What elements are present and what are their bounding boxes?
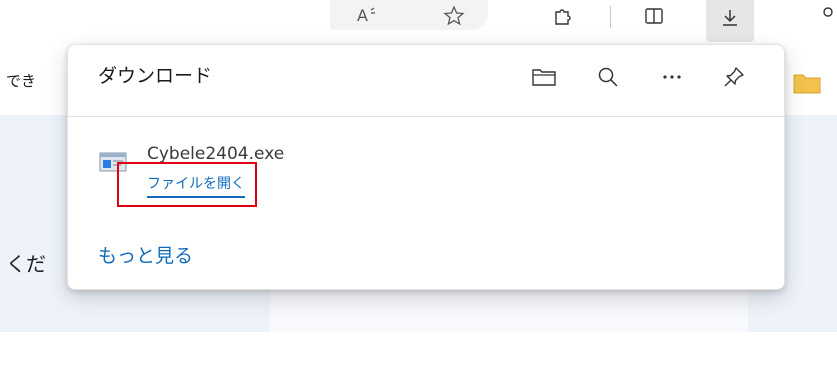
browser-toolbar: A (0, 0, 837, 42)
extensions-icon[interactable] (548, 2, 576, 30)
search-downloads-button[interactable] (590, 59, 626, 95)
pin-icon (724, 67, 744, 87)
read-aloud-icon[interactable]: A (352, 2, 380, 30)
svg-text:A: A (357, 6, 368, 25)
download-file-name[interactable]: Cybele2404.exe (147, 144, 284, 164)
toolbar-separator (610, 6, 611, 28)
downloads-title: ダウンロード (98, 65, 213, 87)
favorites-star-icon[interactable] (440, 2, 468, 30)
search-icon (598, 67, 618, 87)
page-partial-text: くだ (6, 252, 46, 276)
see-more-link[interactable]: もっと見る (98, 241, 193, 268)
open-downloads-folder-button[interactable] (526, 59, 562, 95)
favorites-folder-icon[interactable] (792, 70, 822, 96)
split-screen-icon[interactable] (640, 2, 668, 30)
folder-icon (532, 69, 556, 86)
page-footer-strip (0, 332, 837, 367)
annotation-highlight-box (117, 162, 257, 207)
download-icon (716, 4, 744, 32)
more-options-icon (663, 75, 681, 79)
favorites-bar-item[interactable]: でき (6, 70, 36, 91)
downloads-button[interactable] (706, 0, 754, 42)
pin-flyout-button[interactable] (716, 59, 752, 95)
settings-icon[interactable] (812, 2, 837, 30)
flyout-divider (68, 116, 784, 117)
more-options-button[interactable] (654, 59, 690, 95)
